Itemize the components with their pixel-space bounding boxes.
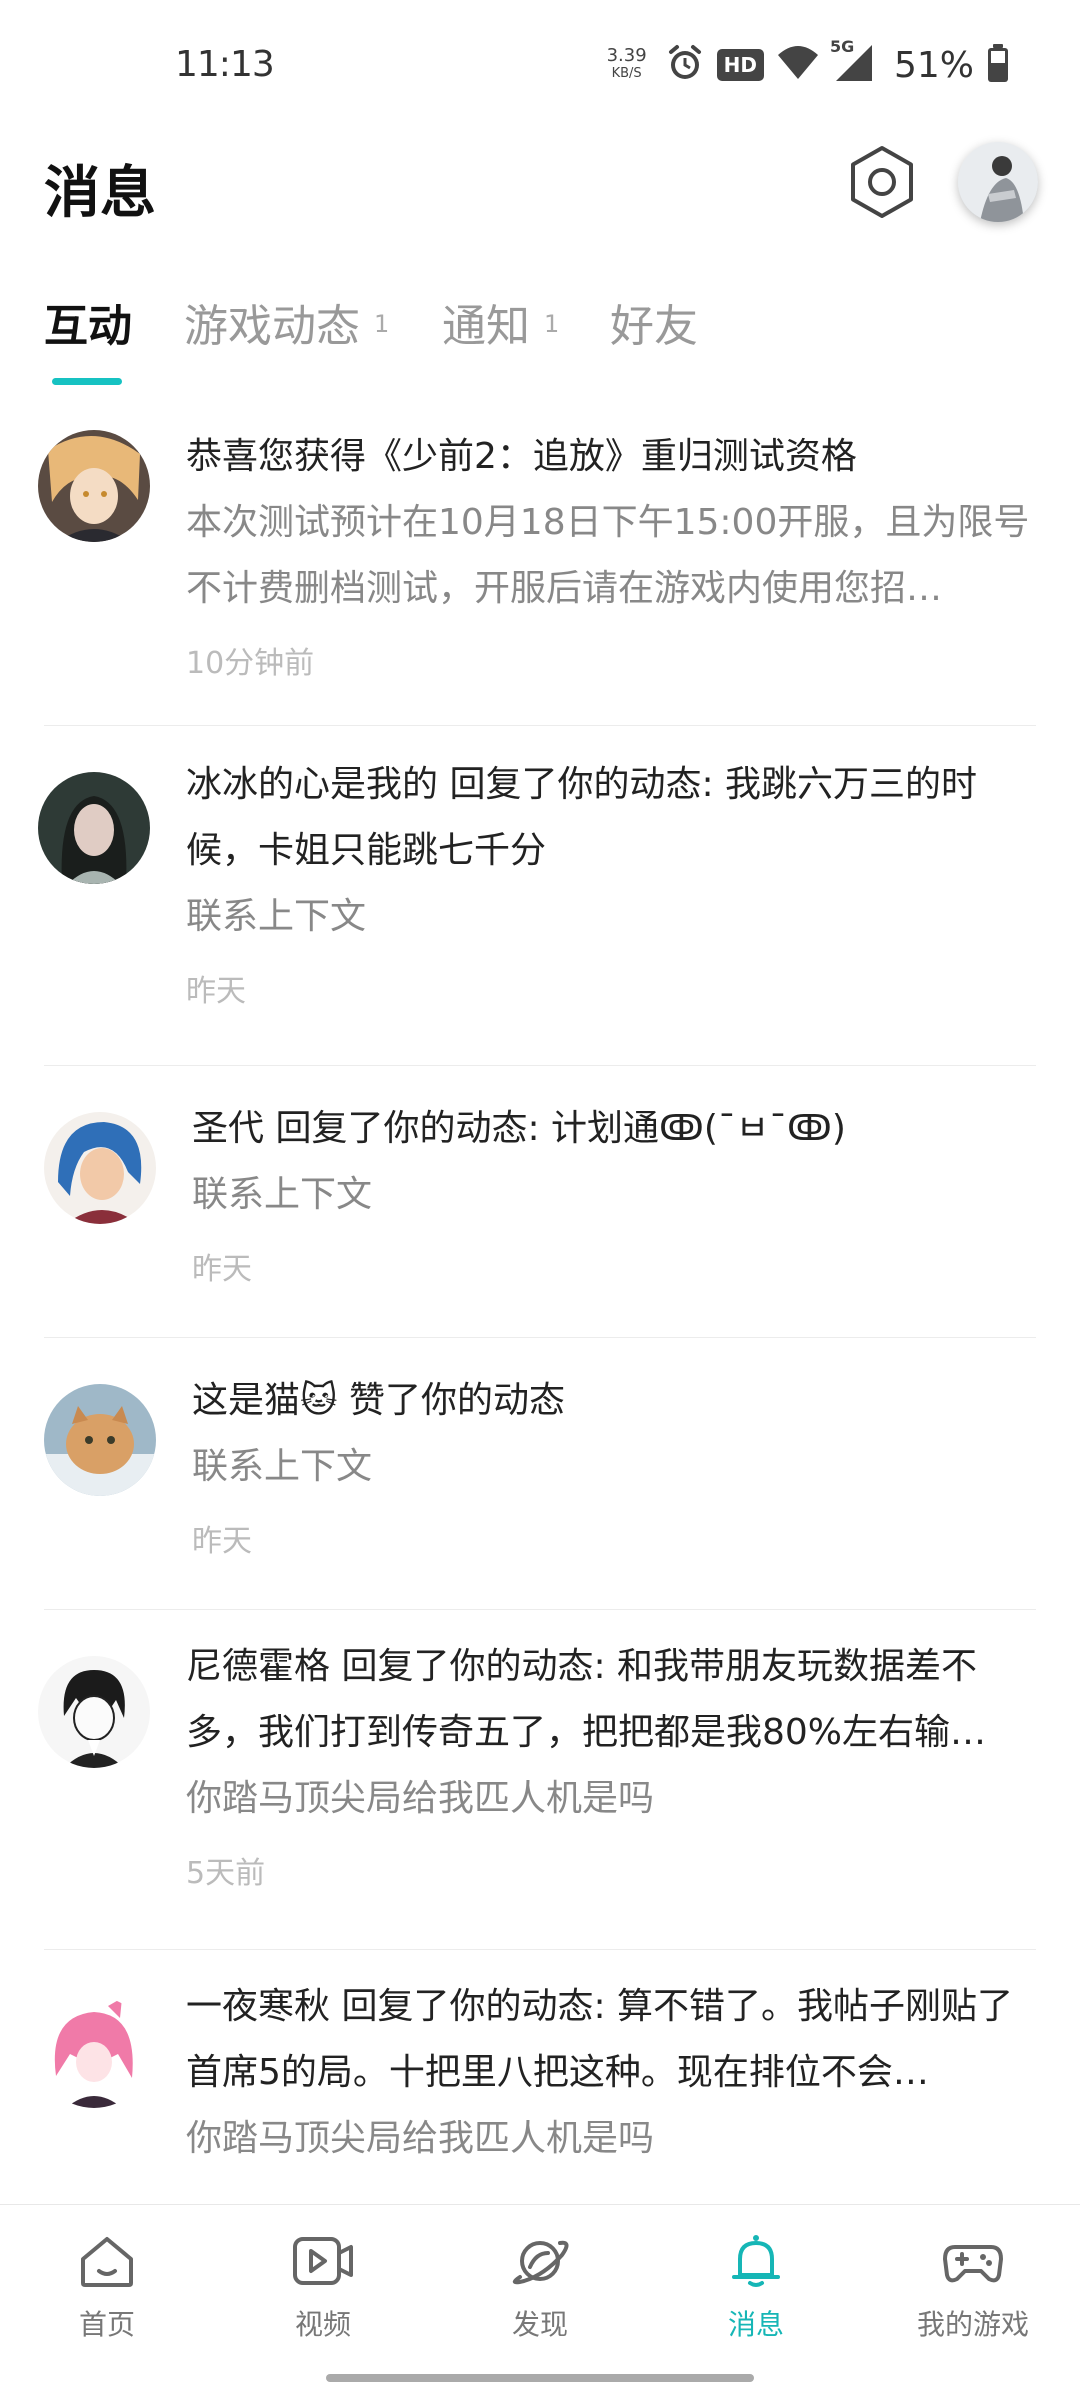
active-tab-indicator [52, 378, 122, 385]
page-title: 消息 [44, 161, 156, 226]
message-time: 10分钟前 [186, 646, 315, 681]
nav-label: 我的游戏 [916, 2308, 1029, 2341]
battery-icon [986, 43, 1010, 87]
user-avatar[interactable] [958, 142, 1038, 222]
user-avatar-image [958, 142, 1038, 222]
net-speed: 3.39 KB/S [607, 47, 647, 83]
hexagon-settings-icon [849, 145, 915, 223]
nav-my-games[interactable]: 我的游戏 [903, 2229, 1043, 2343]
message-list: 恭喜您获得《少前2：追放》重归测试资格 本次测试预计在10月18日下午15:00… [0, 400, 1080, 2270]
bottom-nav: 首页 视频 发现 消息 我的游戏 [0, 2204, 1080, 2360]
message-item[interactable]: 这是猫🐱 赞了你的动态 联系上下文 昨天 [44, 1338, 1036, 1610]
nav-label: 发现 [511, 2308, 568, 2341]
message-content: 你踏马顶尖局给我匹人机是吗 [186, 2118, 655, 2159]
hd-badge: HD [716, 49, 764, 81]
nav-home[interactable]: 首页 [37, 2229, 177, 2343]
message-title: 冰冰的心是我的 回复了你的动态: 我跳六万三的时候，卡姐只能跳七千分 [186, 764, 978, 871]
wifi-icon [776, 43, 820, 87]
avatar-image [44, 1384, 156, 1496]
message-title: 这是猫🐱 赞了你的动态 [192, 1380, 565, 1421]
message-content: 联系上下文 [186, 896, 367, 937]
avatar[interactable] [38, 772, 150, 884]
home-indicator[interactable] [326, 2374, 754, 2382]
signal-icon: 5G [830, 37, 876, 87]
tab-label: 互动 [44, 301, 132, 352]
message-item[interactable]: 冰冰的心是我的 回复了你的动态: 我跳六万三的时候，卡姐只能跳七千分 联系上下文… [38, 726, 1036, 1066]
message-title: 一夜寒秋 回复了你的动态: 算不错了。我帖子刚贴了首席5的局。十把里八把这种。现… [186, 1986, 1014, 2093]
planet-icon [508, 2229, 572, 2293]
message-time: 昨天 [192, 1252, 252, 1287]
nav-label: 消息 [727, 2308, 784, 2341]
message-content: 联系上下文 [192, 1174, 373, 1215]
video-icon [291, 2229, 355, 2293]
message-content: 本次测试预计在10月18日下午15:00开服，且为限号不计费删档测试，开服后请在… [186, 502, 1030, 609]
tab-notifications[interactable]: 通知 1 [442, 290, 559, 354]
message-title: 尼德霍格 回复了你的动态: 和我带朋友玩数据差不多，我们打到传奇五了，把把都是我… [186, 1646, 987, 1753]
message-title: 恭喜您获得《少前2：追放》重归测试资格 [186, 436, 857, 477]
avatar-image [38, 1996, 150, 2108]
battery-level: 51% [893, 44, 974, 86]
gamepad-icon [941, 2229, 1005, 2293]
status-bar: 11:13 3.39 KB/S HD 5G 51% [0, 0, 1080, 130]
avatar-image [44, 1112, 156, 1224]
avatar[interactable] [38, 1996, 150, 2108]
status-icons: 3.39 KB/S HD 5G 51% [607, 37, 1010, 90]
avatar[interactable] [38, 430, 150, 542]
avatar-image [38, 430, 150, 542]
settings-button[interactable] [846, 144, 918, 224]
tab-count: 1 [374, 310, 390, 338]
tab-label: 游戏动态 [184, 301, 360, 352]
status-time: 11:13 [175, 44, 275, 85]
network-type: 5G [829, 37, 855, 56]
alarm-icon [665, 43, 705, 87]
avatar[interactable] [38, 1656, 150, 1768]
message-time: 5天前 [186, 1856, 266, 1891]
message-time: 昨天 [192, 1524, 252, 1559]
message-item[interactable]: 恭喜您获得《少前2：追放》重归测试资格 本次测试预计在10月18日下午15:00… [38, 400, 1036, 726]
home-icon [75, 2229, 139, 2293]
nav-label: 视频 [294, 2308, 351, 2341]
avatar[interactable] [44, 1112, 156, 1224]
avatar-image [38, 1656, 150, 1768]
tab-game-updates[interactable]: 游戏动态 1 [184, 290, 389, 354]
tab-interaction[interactable]: 互动 [44, 290, 132, 354]
nav-video[interactable]: 视频 [253, 2229, 393, 2343]
tab-friends[interactable]: 好友 [610, 290, 698, 354]
net-speed-value: 3.39 [606, 45, 647, 66]
net-speed-unit: KB/S [611, 66, 642, 81]
message-tabs: 互动 游戏动态 1 通知 1 好友 [0, 290, 1080, 400]
tab-count: 1 [544, 310, 560, 338]
nav-label: 首页 [78, 2308, 135, 2341]
message-content: 你踏马顶尖局给我匹人机是吗 [186, 1778, 655, 1819]
message-item[interactable]: 圣代 回复了你的动态: 计划通ↂ(¯ㅂ¯ↂ) 联系上下文 昨天 [44, 1066, 1036, 1338]
tab-label: 通知 [442, 301, 530, 352]
message-time: 昨天 [186, 974, 246, 1009]
message-content: 联系上下文 [192, 1446, 373, 1487]
bell-icon [724, 2229, 788, 2293]
nav-discover[interactable]: 发现 [470, 2229, 610, 2343]
avatar-image [38, 772, 150, 884]
tab-label: 好友 [610, 301, 698, 352]
message-item[interactable]: 尼德霍格 回复了你的动态: 和我带朋友玩数据差不多，我们打到传奇五了，把把都是我… [38, 1610, 1036, 1950]
avatar[interactable] [44, 1384, 156, 1496]
nav-messages[interactable]: 消息 [686, 2229, 826, 2343]
message-title: 圣代 回复了你的动态: 计划通ↂ(¯ㅂ¯ↂ) [192, 1108, 846, 1149]
